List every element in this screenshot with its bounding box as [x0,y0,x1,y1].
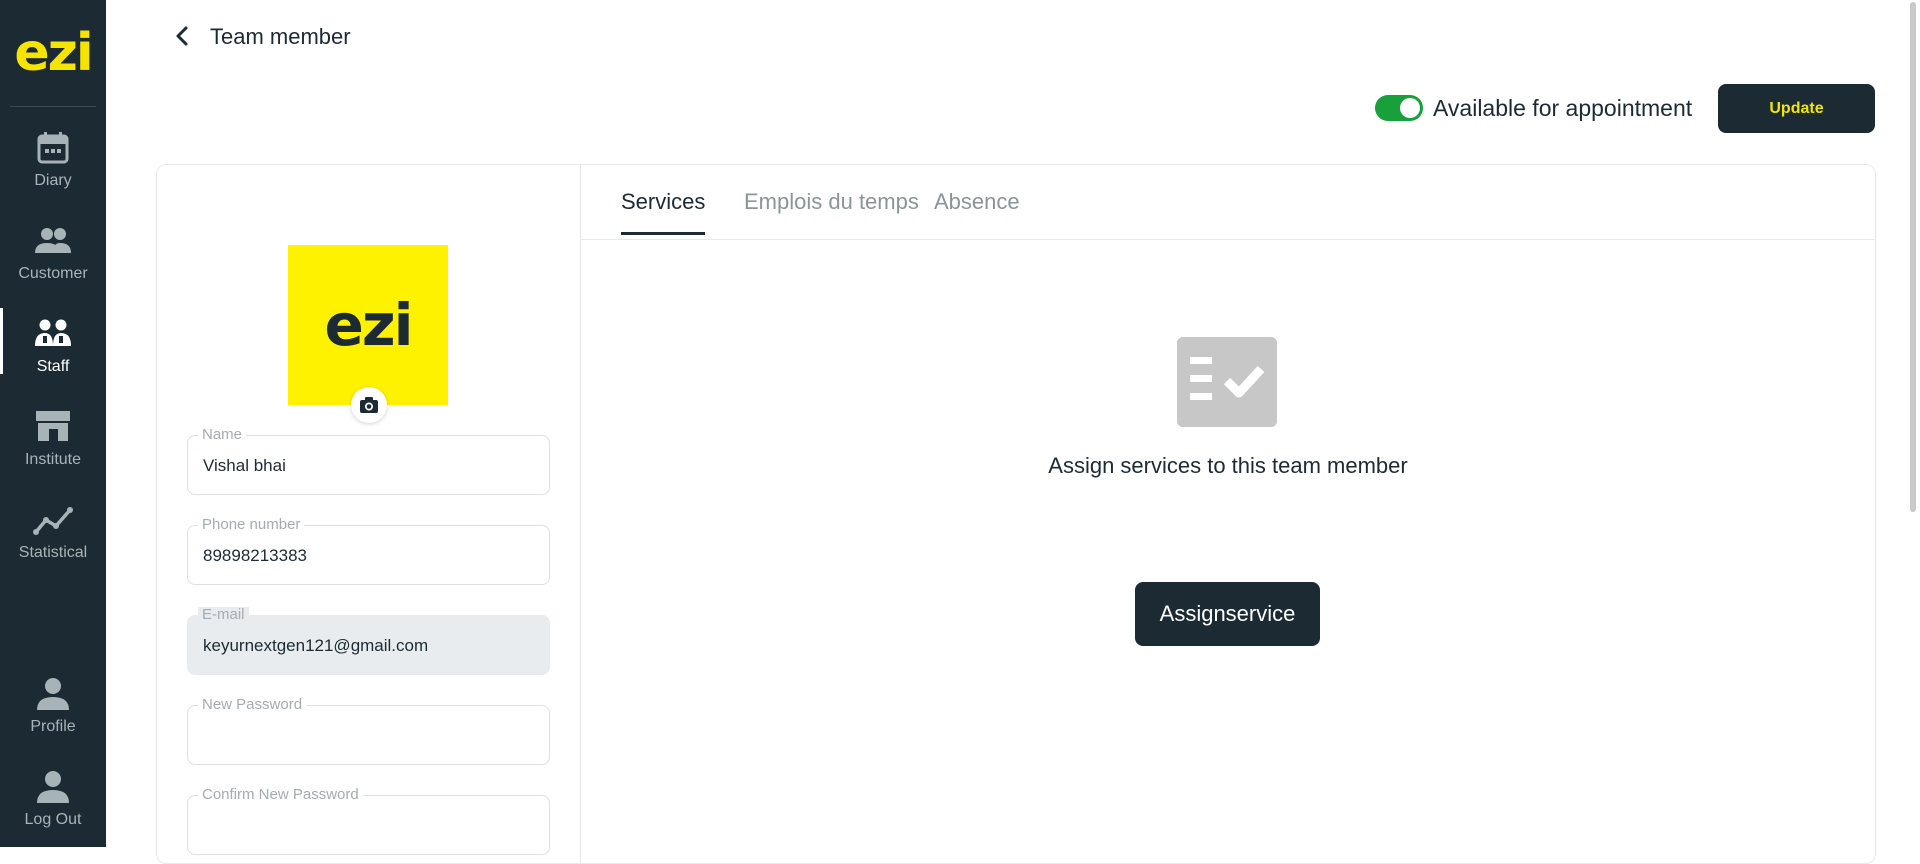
checklist-icon [1177,337,1277,427]
back-arrow-icon[interactable] [172,24,192,48]
sidebar-item-logout[interactable]: Log Out [0,767,106,853]
new-password-field: New Password [187,697,550,765]
email-input [203,636,533,656]
email-field-label: E-mail [198,607,249,623]
camera-icon [360,397,378,413]
toggle-knob [1400,98,1420,118]
sidebar-item-label: Institute [24,451,82,468]
users-icon [35,228,71,253]
sidebar-item-label: Customer [18,265,88,282]
sidebar-item-profile[interactable]: Profile [0,674,106,760]
sidebar: ezi Diary Customer Staff Institute Stati… [0,0,106,847]
store-icon [36,411,70,441]
avatar-logo-text: ezi [324,291,414,359]
sidebar-item-staff[interactable]: Staff [0,308,106,400]
confirm-password-input[interactable] [203,816,533,836]
sidebar-divider [10,106,96,107]
availability-toggle[interactable] [1375,95,1423,121]
scrollbar-thumb[interactable] [1910,2,1916,512]
confirm-password-field: Confirm New Password [187,787,550,855]
card-divider [580,165,581,863]
phone-field-label: Phone number [198,517,305,533]
update-button[interactable]: Update [1718,84,1875,133]
phone-field: Phone number [187,517,550,585]
sidebar-item-label: Staff [36,358,70,375]
tab-services[interactable]: Services [621,189,706,235]
new-password-label: New Password [198,697,307,713]
name-field: Name [187,427,550,495]
tab-bar: Services Emplois du temps Absence [581,165,1875,240]
page-title: Team member [210,24,351,49]
email-field: E-mail [187,607,550,675]
tab-absence[interactable]: Absence [934,189,1020,235]
new-password-input[interactable] [203,726,533,746]
name-input[interactable] [203,456,533,476]
app-logo[interactable]: ezi [0,22,106,84]
sidebar-item-statistical[interactable]: Statistical [0,500,106,586]
sidebar-item-label: Log Out [24,811,82,828]
confirm-password-label: Confirm New Password [198,787,363,803]
calendar-icon [37,132,69,164]
change-photo-button[interactable] [351,387,387,423]
sidebar-item-institute[interactable]: Institute [0,407,106,493]
avatar: ezi [288,245,448,405]
tab-emplois-du-temps[interactable]: Emplois du temps [744,189,919,235]
sidebar-item-label: Statistical [18,544,88,561]
sidebar-item-label: Profile [30,718,76,735]
page-scrollbar[interactable] [1906,0,1920,847]
phone-input[interactable] [203,546,533,566]
sidebar-item-label: Diary [34,172,72,189]
sidebar-item-diary[interactable]: Diary [0,128,106,214]
user-icon [37,678,69,710]
staff-icon [35,319,71,346]
team-member-card: ezi Name Phone number E-mail New Passwor… [156,164,1876,864]
sidebar-item-customer[interactable]: Customer [0,221,106,307]
assign-service-button[interactable]: Assignservice [1135,582,1320,646]
empty-state-message: Assign services to this team member [1048,453,1408,478]
user-icon [37,771,69,803]
availability-label: Available for appointment [1433,95,1693,121]
chart-line-icon [33,507,73,535]
name-field-label: Name [198,427,247,443]
